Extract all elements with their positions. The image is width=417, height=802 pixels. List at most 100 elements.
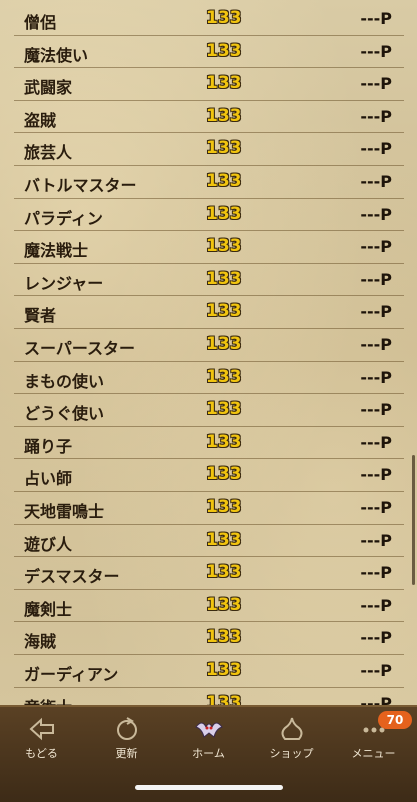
job-level: 133: [206, 464, 242, 485]
job-row[interactable]: 海賊 133 ---P: [14, 622, 404, 655]
job-name: ガーディアン: [24, 665, 119, 684]
refresh-icon: [116, 717, 137, 740]
job-points: ---P: [360, 106, 392, 126]
job-points: ---P: [360, 9, 392, 28]
job-points: ---P: [360, 498, 392, 517]
job-name: 僧侶: [24, 13, 57, 32]
job-name: 盗賊: [24, 110, 57, 130]
job-level: 133: [206, 138, 242, 159]
job-level: 133: [206, 660, 242, 680]
job-name: どうぐ使い: [24, 404, 105, 424]
job-level: 133: [206, 8, 242, 28]
job-level: 133: [206, 171, 242, 191]
job-level: 133: [206, 692, 242, 705]
job-name: 天地雷鳴士: [24, 502, 105, 521]
job-row[interactable]: 竜術士 133 ---P: [14, 688, 404, 705]
nav-shop-button[interactable]: ショップ: [250, 707, 333, 767]
job-level: 133: [206, 594, 242, 615]
job-points: ---P: [360, 465, 392, 485]
job-name: 占い師: [24, 469, 73, 489]
job-points: ---P: [360, 530, 392, 550]
job-row[interactable]: レンジャー 133 ---P: [14, 264, 404, 297]
nav-home-button[interactable]: ホーム: [167, 707, 250, 767]
job-points: ---P: [360, 237, 392, 257]
job-row[interactable]: ガーディアン 133 ---P: [14, 655, 404, 688]
job-level: 133: [206, 431, 242, 452]
nav-home-label: ホーム: [192, 747, 225, 760]
home-indicator: [135, 785, 283, 790]
job-name: まもの使い: [24, 371, 105, 391]
nav-menu-label: メニュー: [351, 747, 396, 760]
job-list[interactable]: 僧侶 133 ---P 魔法使い 133 ---P 武闘家 133 ---P 盗賊 133 ---P 旅…: [0, 0, 417, 705]
job-points: ---P: [360, 628, 392, 648]
job-row[interactable]: 僧侶 133 ---P: [14, 3, 404, 36]
job-points: ---P: [360, 335, 392, 354]
job-level: 133: [206, 366, 242, 387]
job-points: ---P: [360, 661, 392, 680]
job-name: 魔法戦士: [24, 241, 89, 261]
job-name: 旅芸人: [24, 143, 73, 163]
job-name: レンジャー: [24, 273, 104, 293]
job-row[interactable]: 武闘家 133 ---P: [14, 68, 404, 101]
job-points: ---P: [360, 693, 392, 705]
job-row[interactable]: 天地雷鳴士 133 ---P: [14, 492, 404, 525]
job-row[interactable]: 魔剣士 133 ---P: [14, 590, 404, 623]
job-points: ---P: [360, 432, 392, 452]
job-row[interactable]: パラディン 133 ---P: [14, 199, 404, 232]
job-points: ---P: [360, 74, 392, 94]
job-name: バトルマスター: [24, 176, 137, 195]
job-row[interactable]: スーパースター 133 ---P: [14, 329, 404, 362]
job-row[interactable]: どうぐ使い 133 ---P: [14, 394, 404, 427]
nav-refresh-label: 更新: [115, 747, 138, 760]
job-row[interactable]: 魔法戦士 133 ---P: [14, 231, 404, 264]
job-level: 133: [206, 529, 242, 550]
job-points: ---P: [360, 204, 392, 224]
job-row[interactable]: 賢者 133 ---P: [14, 296, 404, 329]
nav-back-label: もどる: [25, 747, 58, 760]
job-row[interactable]: バトルマスター 133 ---P: [14, 166, 404, 199]
job-level: 133: [206, 399, 242, 420]
nav-shop-label: ショップ: [269, 747, 314, 760]
scrollbar[interactable]: [412, 455, 415, 585]
job-row[interactable]: 盗賊 133 ---P: [14, 101, 404, 134]
arrow-left-icon: [29, 717, 54, 741]
job-level: 133: [206, 40, 242, 61]
job-level: 133: [206, 105, 242, 126]
job-points: ---P: [360, 563, 392, 583]
job-points: ---P: [360, 302, 392, 322]
job-points: ---P: [360, 269, 392, 289]
job-name: 踊り子: [24, 436, 73, 456]
job-name: デスマスター: [24, 567, 120, 587]
job-name: 賢者: [24, 306, 57, 326]
job-row[interactable]: まもの使い 133 ---P: [14, 362, 404, 395]
job-points: ---P: [360, 139, 392, 159]
job-name: スーパースター: [24, 339, 136, 358]
job-level: 133: [206, 301, 242, 322]
job-level: 133: [206, 268, 242, 289]
job-level: 133: [206, 334, 242, 354]
job-level: 133: [206, 236, 242, 257]
job-points: ---P: [360, 400, 392, 420]
job-points: ---P: [360, 41, 392, 61]
job-level: 133: [206, 497, 242, 517]
job-row[interactable]: 魔法使い 133 ---P: [14, 36, 404, 69]
job-row[interactable]: 占い師 133 ---P: [14, 459, 404, 492]
job-row[interactable]: 遊び人 133 ---P: [14, 525, 404, 558]
job-name: 武闘家: [24, 78, 73, 98]
job-row[interactable]: 旅芸人 133 ---P: [14, 133, 404, 166]
job-name: 魔法使い: [24, 45, 89, 65]
job-level: 133: [206, 203, 242, 224]
job-row[interactable]: デスマスター 133 ---P: [14, 557, 404, 590]
job-points: ---P: [360, 367, 392, 387]
job-name: 遊び人: [24, 534, 73, 554]
menu-notification-badge: 70: [378, 711, 412, 729]
nav-back-button[interactable]: もどる: [0, 707, 83, 767]
job-name: 魔剣士: [24, 599, 73, 619]
nav-refresh-button[interactable]: 更新: [85, 707, 168, 767]
job-points: ---P: [360, 595, 392, 615]
job-name: パラディン: [24, 208, 103, 228]
job-row[interactable]: 踊り子 133 ---P: [14, 427, 404, 460]
job-level: 133: [206, 73, 242, 94]
job-level: 133: [206, 627, 242, 648]
job-points: ---P: [360, 172, 392, 191]
